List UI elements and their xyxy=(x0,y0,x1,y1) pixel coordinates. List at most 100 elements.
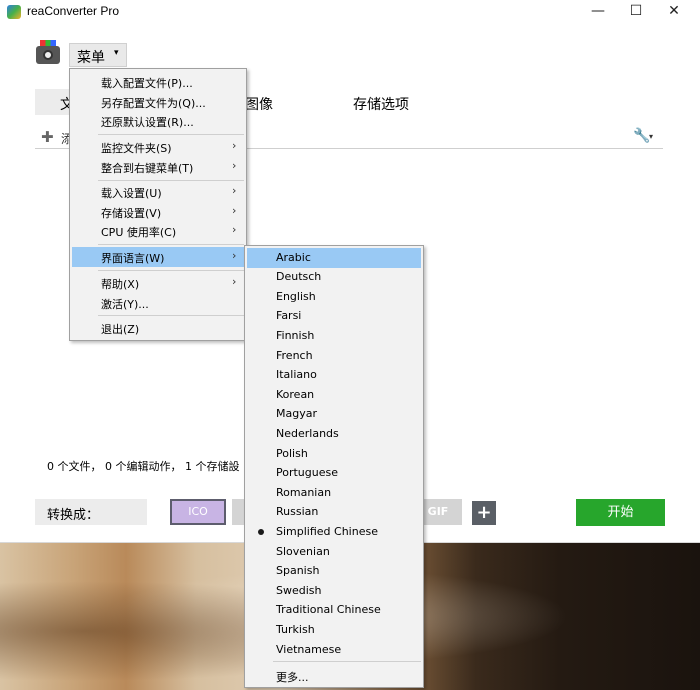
language-label: Arabic xyxy=(276,251,311,264)
format-button-hidden[interactable] xyxy=(232,499,244,525)
chevron-down-icon[interactable]: ▾ xyxy=(649,132,653,141)
chevron-right-icon: › xyxy=(232,223,237,236)
menu-item-label: 存储设置(V) xyxy=(101,207,162,220)
menu-item-save-profile-as[interactable]: 另存配置文件为(Q)... xyxy=(72,92,244,112)
menu-separator xyxy=(98,180,244,181)
menu-item-label: 激活(Y)... xyxy=(101,298,149,311)
convert-to-box: 转换成： xyxy=(35,499,147,525)
language-item-traditional-chinese[interactable]: Traditional Chinese xyxy=(247,600,421,620)
language-item-polish[interactable]: Polish xyxy=(247,444,421,464)
main-menu-button[interactable]: 菜单 ▾ xyxy=(69,43,127,67)
language-item-magyar[interactable]: Magyar xyxy=(247,404,421,424)
language-item-swedish[interactable]: Swedish xyxy=(247,581,421,601)
language-item-arabic[interactable]: Arabic xyxy=(247,248,421,268)
menu-item-label: 帮助(X) xyxy=(101,278,140,291)
language-item-portuguese[interactable]: Portuguese xyxy=(247,463,421,483)
language-label: Italiano xyxy=(276,368,317,381)
menu-item-label: 另存配置文件为(Q)... xyxy=(101,97,206,110)
chevron-right-icon: › xyxy=(232,139,237,152)
main-menu-label: 菜单 xyxy=(77,50,105,66)
title-bar: reaConverter Pro — ☐ ✕ xyxy=(0,0,700,24)
language-label: Polish xyxy=(276,447,308,460)
wrench-icon[interactable]: 🔧 xyxy=(633,128,650,144)
menu-item-load-profile[interactable]: 载入配置文件(P)... xyxy=(72,72,244,92)
language-item-turkish[interactable]: Turkish xyxy=(247,620,421,640)
chevron-right-icon: › xyxy=(232,275,237,288)
menu-separator xyxy=(273,661,421,662)
language-label: French xyxy=(276,349,313,362)
language-label: Vietnamese xyxy=(276,643,342,656)
language-label: Swedish xyxy=(276,584,322,597)
menu-separator xyxy=(98,134,244,135)
language-item-vietnamese[interactable]: Vietnamese xyxy=(247,640,421,660)
language-label: Deutsch xyxy=(276,270,322,283)
language-label: Farsi xyxy=(276,309,302,322)
language-label: Portuguese xyxy=(276,466,338,479)
menu-item-save-settings[interactable]: 存储设置(V) › xyxy=(72,202,244,222)
menu-item-context-menu-integration[interactable]: 整合到右键菜单(T) › xyxy=(72,157,244,177)
menu-item-label: 载入设置(U) xyxy=(101,187,162,200)
language-item-italiano[interactable]: Italiano xyxy=(247,365,421,385)
language-item-simplified-chinese[interactable]: Simplified Chinese xyxy=(247,522,421,542)
menu-item-cpu-usage[interactable]: CPU 使用率(C) › xyxy=(72,221,244,241)
menu-item-interface-language[interactable]: 界面语言(W) › xyxy=(72,247,244,267)
language-label: Slovenian xyxy=(276,545,330,558)
language-label: Spanish xyxy=(276,564,320,577)
menu-item-label: 载入配置文件(P)... xyxy=(101,77,193,90)
language-item-farsi[interactable]: Farsi xyxy=(247,306,421,326)
menu-item-label: 整合到右键菜单(T) xyxy=(101,162,194,175)
start-button[interactable]: 开始 xyxy=(576,499,665,526)
language-item-more[interactable]: 更多... xyxy=(247,666,421,686)
menu-item-exit[interactable]: 退出(Z) xyxy=(72,318,244,338)
chevron-right-icon: › xyxy=(232,249,237,262)
format-ico-button[interactable]: ICO xyxy=(170,499,226,525)
menu-item-label: 退出(Z) xyxy=(101,323,140,336)
window-title: reaConverter Pro xyxy=(27,4,120,18)
menu-item-activate[interactable]: 激活(Y)... xyxy=(72,293,244,313)
chevron-down-icon: ▾ xyxy=(114,48,119,58)
menu-item-watch-folder[interactable]: 监控文件夹(S) › xyxy=(72,137,244,157)
chevron-right-icon: › xyxy=(232,204,237,217)
language-item-nederlands[interactable]: Nederlands xyxy=(247,424,421,444)
chevron-right-icon: › xyxy=(232,184,237,197)
convert-to-label: 转换成： xyxy=(47,508,100,523)
language-label: Korean xyxy=(276,388,315,401)
menu-item-label: 还原默认设置(R)... xyxy=(101,116,194,129)
camera-logo-icon xyxy=(34,40,62,66)
language-label: 更多... xyxy=(276,671,309,684)
menu-item-label: CPU 使用率(C) xyxy=(101,226,177,239)
main-dropdown-menu: 载入配置文件(P)... 另存配置文件为(Q)... 还原默认设置(R)... … xyxy=(69,68,247,341)
language-label: Turkish xyxy=(276,623,315,636)
add-format-button[interactable]: + xyxy=(472,501,496,525)
menu-item-label: 界面语言(W) xyxy=(101,252,165,265)
menu-item-restore-defaults[interactable]: 还原默认设置(R)... xyxy=(72,111,244,131)
language-label: Russian xyxy=(276,505,319,518)
language-item-spanish[interactable]: Spanish xyxy=(247,561,421,581)
language-item-slovenian[interactable]: Slovenian xyxy=(247,542,421,562)
language-item-korean[interactable]: Korean xyxy=(247,385,421,405)
language-label: Magyar xyxy=(276,407,317,420)
language-item-french[interactable]: French xyxy=(247,346,421,366)
menu-item-help[interactable]: 帮助(X) › xyxy=(72,273,244,293)
chevron-right-icon: › xyxy=(232,159,237,172)
language-item-english[interactable]: English xyxy=(247,287,421,307)
plus-icon[interactable]: ✚ xyxy=(41,128,54,146)
language-item-finnish[interactable]: Finnish xyxy=(247,326,421,346)
status-text: 0 个文件， 0 个编辑动作， 1 个存储設 xyxy=(47,460,240,473)
language-label: English xyxy=(276,290,316,303)
menu-item-label: 监控文件夹(S) xyxy=(101,142,172,155)
language-item-deutsch[interactable]: Deutsch xyxy=(247,267,421,287)
language-item-romanian[interactable]: Romanian xyxy=(247,483,421,503)
language-label: Finnish xyxy=(276,329,315,342)
selected-bullet-icon xyxy=(258,529,264,535)
language-item-russian[interactable]: Russian xyxy=(247,502,421,522)
menu-item-load-settings[interactable]: 载入设置(U) › xyxy=(72,182,244,202)
language-submenu: Arabic Deutsch English Farsi Finnish Fre… xyxy=(244,245,424,688)
language-label: Traditional Chinese xyxy=(276,603,381,616)
menu-separator xyxy=(98,270,244,271)
language-label: Nederlands xyxy=(276,427,339,440)
close-button[interactable]: ✕ xyxy=(651,0,697,24)
tab-storage-options[interactable]: 存储选项 xyxy=(353,94,409,114)
tab-image[interactable]: 图像 xyxy=(245,94,273,114)
language-label: Simplified Chinese xyxy=(276,525,378,538)
